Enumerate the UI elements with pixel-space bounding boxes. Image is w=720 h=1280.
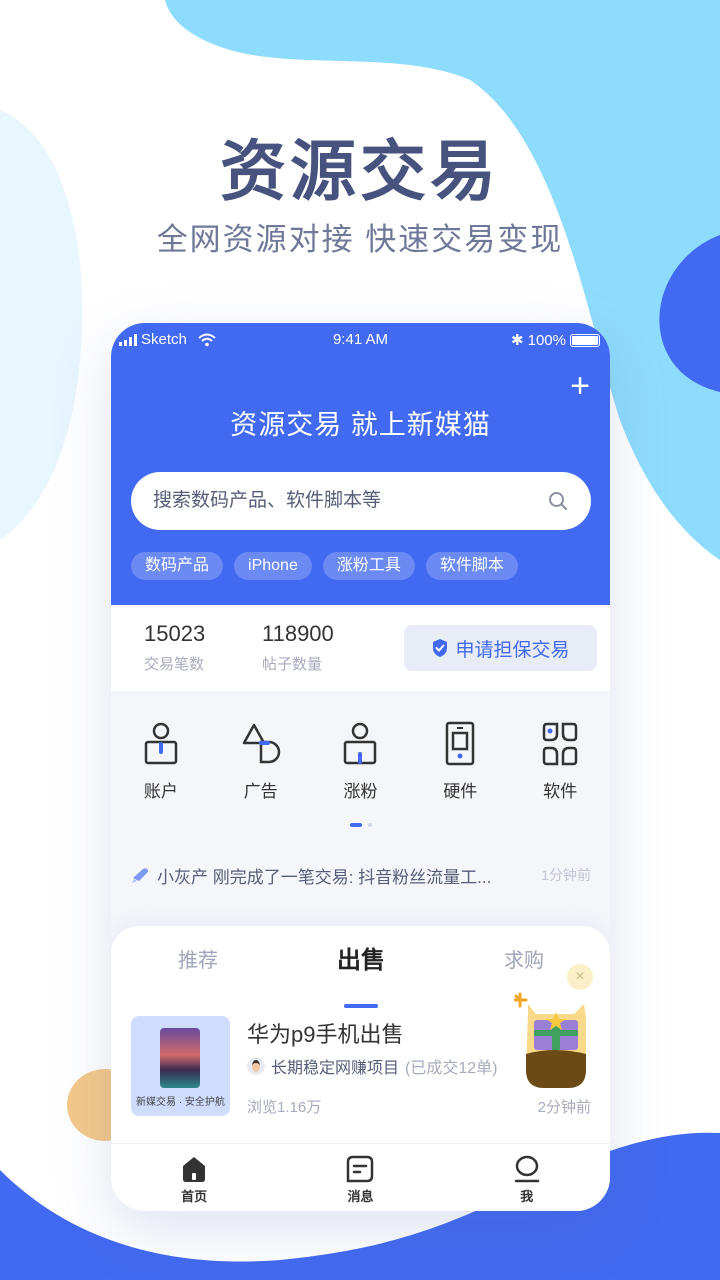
shield-icon: [433, 639, 448, 657]
feed-tabs: 推荐 出售 求购: [111, 944, 610, 1008]
hero-subtitle: 全网资源对接 快速交易变现: [156, 222, 564, 257]
phone-mockup: Sketch 9:41 AM ✱ 100% + 资源交易 就上新媒猫 搜索数码产…: [111, 323, 610, 1211]
ad-icon: [242, 723, 280, 764]
search-icon[interactable]: [547, 490, 569, 512]
add-button[interactable]: +: [566, 369, 594, 403]
active-tab-indicator: [344, 1004, 378, 1008]
category-grid: 账户 广告 涨粉 硬件 软件: [111, 721, 610, 802]
tab-me[interactable]: 我: [444, 1144, 610, 1211]
seller-avatar: [247, 1057, 265, 1075]
quick-tags: 数码产品 iPhone 涨粉工具 软件脚本: [131, 552, 518, 580]
software-icon: [542, 722, 578, 766]
battery-percent: 100%: [527, 331, 566, 349]
tab-buying[interactable]: 求购: [504, 944, 544, 973]
page-dot: [368, 823, 372, 827]
tab-messages[interactable]: 消息: [277, 1144, 443, 1211]
status-bar: Sketch 9:41 AM ✱ 100%: [111, 329, 610, 351]
app-header: Sketch 9:41 AM ✱ 100% + 资源交易 就上新媒猫 搜索数码产…: [111, 323, 610, 605]
tab-label: 首页: [181, 1189, 208, 1204]
ticker-text: 小灰产 刚完成了一笔交易: 抖音粉丝流量工...: [157, 867, 492, 887]
bottom-tab-bar: 首页 消息 我: [111, 1143, 610, 1211]
hardware-icon: [446, 721, 475, 766]
category-label: 涨粉: [343, 782, 378, 801]
posts-label: 帖子数量: [262, 656, 323, 673]
listing-title: 华为p9手机出售: [247, 1022, 404, 1047]
profile-icon: [514, 1155, 540, 1183]
phone-image: [160, 1028, 200, 1088]
search-bar[interactable]: [131, 472, 591, 530]
tab-selling[interactable]: 出售: [337, 940, 385, 975]
category-ad[interactable]: 广告: [211, 721, 311, 802]
followers-icon: [344, 722, 377, 765]
promo-close-button[interactable]: ×: [567, 964, 593, 990]
gift-cat-promo-icon[interactable]: [514, 990, 594, 1100]
bluetooth-icon: ✱: [511, 332, 524, 349]
tag-software-scripts[interactable]: 软件脚本: [425, 552, 518, 580]
category-software[interactable]: 软件: [510, 721, 610, 802]
category-hardware[interactable]: 硬件: [410, 721, 510, 802]
tab-home[interactable]: 首页: [111, 1144, 277, 1211]
search-input[interactable]: [153, 490, 547, 512]
stat-trades: 15023 交易笔数: [144, 621, 205, 674]
tab-label: 我: [520, 1189, 534, 1204]
page-dot-active: [350, 823, 362, 827]
category-followers[interactable]: 涨粉: [311, 721, 411, 802]
app-slogan: 资源交易 就上新媒猫: [230, 410, 491, 440]
trades-count: 15023: [144, 621, 206, 646]
guarantee-label: 申请担保交易: [455, 639, 570, 661]
category-label: 账户: [143, 782, 178, 801]
guarantee-trade-button[interactable]: 申请担保交易: [404, 625, 597, 671]
page-indicator: [350, 823, 372, 827]
category-account[interactable]: 账户: [111, 721, 211, 802]
ticker-time: 1分钟前: [541, 867, 591, 883]
thumbnail-caption: 新媒交易 · 安全护航: [136, 1097, 225, 1108]
megaphone-icon: [132, 868, 148, 883]
category-label: 硬件: [443, 782, 478, 801]
listing-seller: 长期稳定网赚项目 (已成交12单): [247, 1054, 497, 1078]
category-label: 广告: [243, 782, 278, 801]
tag-iphone[interactable]: iPhone: [234, 552, 312, 580]
trade-ticker[interactable]: 小灰产 刚完成了一笔交易: 抖音粉丝流量工... 1分钟前: [131, 863, 591, 887]
tag-digital[interactable]: 数码产品: [131, 552, 224, 580]
hero-title: 资源交易: [220, 134, 500, 208]
tab-label: 消息: [347, 1189, 374, 1204]
battery-icon: [570, 333, 600, 347]
listing-views: 浏览1.16万: [247, 1099, 322, 1116]
seller-name: 长期稳定网赚项目: [271, 1060, 400, 1077]
trades-label: 交易笔数: [144, 656, 205, 673]
home-icon: [183, 1157, 206, 1182]
posts-count: 118900: [262, 621, 334, 646]
category-label: 软件: [543, 782, 578, 801]
stat-posts: 118900 帖子数量: [262, 621, 334, 674]
deal-count: (已成交12单): [405, 1060, 498, 1077]
tag-growth-tools[interactable]: 涨粉工具: [322, 552, 415, 580]
account-icon: [144, 722, 178, 765]
message-icon: [347, 1155, 374, 1183]
tab-recommended[interactable]: 推荐: [178, 944, 218, 973]
stats-panel: 15023 交易笔数 118900 帖子数量 申请担保交易: [111, 605, 610, 691]
listing-thumbnail: 新媒交易 · 安全护航: [131, 1016, 230, 1116]
